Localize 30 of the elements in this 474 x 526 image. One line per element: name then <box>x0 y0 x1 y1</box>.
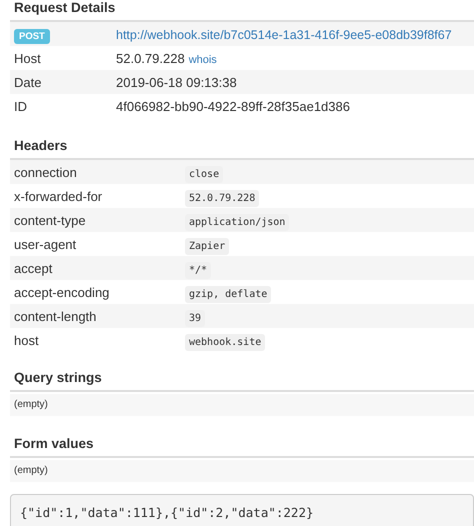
detail-value: 52.0.79.228 <box>116 50 185 66</box>
header-name: connection <box>13 164 78 180</box>
section-title: Query strings <box>10 370 474 392</box>
header-value: 39 <box>185 310 206 326</box>
header-value: close <box>185 166 224 182</box>
detail-value: 4f066982-bb90-4922-89ff-28f35ae1d386 <box>116 98 350 114</box>
header-name: content-length <box>13 308 98 324</box>
detail-value: 2019-06-18 09:13:38 <box>116 74 237 90</box>
header-name: x-forwarded-for <box>13 188 104 204</box>
detail-label: ID <box>13 98 28 114</box>
request-url-link[interactable]: http://webhook.site/b7c0514e-1a31-416f-9ee5-e08db39f8f67 <box>116 28 452 42</box>
request-body: {"id":1,"data":111},{"id":2,"data":222} <box>10 494 474 526</box>
header-value: webhook.site <box>185 334 266 350</box>
method-badge: POST <box>14 28 50 44</box>
header-name: accept <box>13 260 54 276</box>
header-value: gzip, deflate <box>185 286 272 302</box>
header-value: 52.0.79.228 <box>185 190 260 206</box>
header-value: */* <box>185 262 212 278</box>
header-name: content-type <box>13 212 87 228</box>
header-name: host <box>13 332 40 348</box>
header-value: Zapier <box>185 238 230 254</box>
header-name: user-agent <box>13 236 78 252</box>
section-title: Form values <box>10 436 474 458</box>
detail-label: Host <box>13 50 42 66</box>
header-value: application/json <box>185 214 290 230</box>
detail-label: Date <box>13 74 42 90</box>
whois-link[interactable]: whois <box>188 54 217 66</box>
form-values-empty: (empty) <box>10 460 474 482</box>
query-strings-empty: (empty) <box>10 394 474 416</box>
header-name: accept-encoding <box>13 284 110 300</box>
